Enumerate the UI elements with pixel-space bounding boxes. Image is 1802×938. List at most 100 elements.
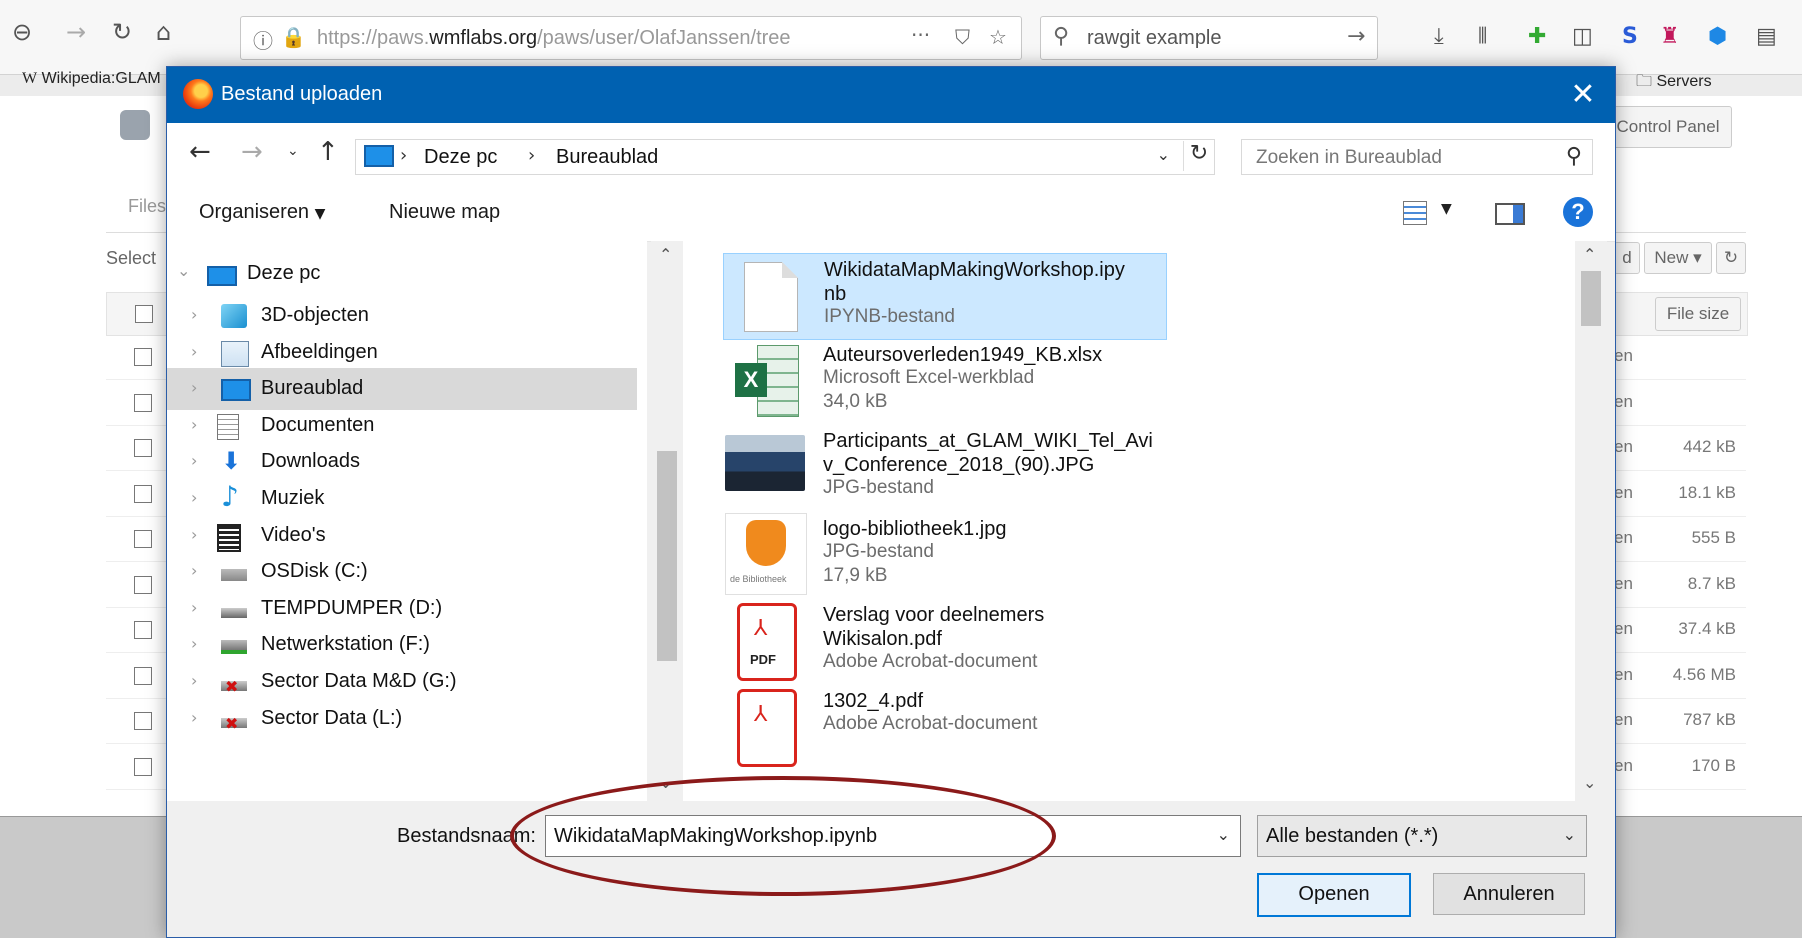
up-arrow-icon[interactable]: ↑: [317, 137, 339, 167]
view-dropdown-icon[interactable]: ▼: [1441, 201, 1452, 217]
filetype-select[interactable]: Alle bestanden (*.*) ⌄: [1257, 815, 1587, 857]
nav-scrollbar[interactable]: ⌃ ⌄: [651, 241, 683, 801]
row-checkbox[interactable]: [134, 439, 152, 457]
collapsed-chevron-icon[interactable]: ›: [191, 415, 197, 434]
change-view-icon[interactable]: [1403, 201, 1427, 225]
row-checkbox[interactable]: [134, 393, 152, 412]
breadcrumb-separator-icon[interactable]: ›: [528, 145, 535, 166]
addon-icon[interactable]: ✚: [1528, 24, 1546, 49]
breadcrumb-this-pc[interactable]: Deze pc: [424, 146, 497, 169]
extension-hex-icon[interactable]: ⬢: [1708, 24, 1727, 49]
reload-icon[interactable]: ↻: [112, 18, 132, 46]
collapsed-chevron-icon[interactable]: ›: [191, 708, 197, 727]
filename-dropdown-icon[interactable]: ⌄: [1217, 825, 1230, 844]
browser-search-value: rawgit example: [1087, 27, 1222, 49]
select-all-checkbox[interactable]: [135, 305, 153, 323]
close-icon[interactable]: ✕: [1563, 75, 1603, 115]
back-icon[interactable]: ⊖: [12, 18, 32, 46]
forward-arrow-icon[interactable]: →: [241, 137, 263, 167]
acrobat-symbol-icon: ⅄: [754, 702, 768, 727]
collapsed-chevron-icon[interactable]: ›: [191, 305, 197, 324]
help-icon[interactable]: ?: [1563, 197, 1593, 227]
collapsed-chevron-icon[interactable]: ›: [191, 561, 197, 580]
collapsed-chevron-icon[interactable]: ›: [191, 342, 197, 361]
file-item[interactable]: X Auteursoverleden1949_KB.xlsx Microsoft E…: [723, 339, 1165, 424]
back-arrow-icon[interactable]: ←: [189, 137, 211, 167]
file-name-line: 1302_4.pdf: [823, 690, 924, 712]
file-size-header[interactable]: File size: [1655, 297, 1741, 331]
url-bar[interactable]: ⓘ 🔒 https://paws.wmflabs.org/paws/user/O…: [240, 16, 1022, 60]
bookmark-servers[interactable]: 🗀 Servers: [1636, 70, 1712, 97]
scroll-up-icon[interactable]: ⌃: [1583, 245, 1596, 264]
collapsed-chevron-icon[interactable]: ›: [191, 488, 197, 507]
collapsed-chevron-icon[interactable]: ›: [191, 634, 197, 653]
file-item[interactable]: de Bibliotheek logo-bibliotheek1.jpg JPG-b…: [723, 513, 1165, 598]
tab-files[interactable]: Files: [128, 196, 166, 217]
sidebar-icon[interactable]: ◫: [1572, 24, 1593, 49]
nav-this-pc[interactable]: ⌄ Deze pc: [167, 253, 637, 295]
collapsed-chevron-icon[interactable]: ›: [191, 378, 197, 397]
download-icon[interactable]: ⤓: [1434, 24, 1444, 49]
row-checkbox[interactable]: [134, 530, 152, 548]
file-item[interactable]: Participants_at_GLAM_WIKI_Tel_Avi v_Confe…: [723, 425, 1165, 510]
search-go-icon[interactable]: →: [1347, 24, 1365, 49]
paws-logo-icon: [120, 110, 150, 140]
refresh-list-icon[interactable]: ↻: [1716, 242, 1746, 274]
file-scroll-thumb[interactable]: [1581, 271, 1601, 326]
dialog-search-box[interactable]: Zoeken in Bureaublad ⚲: [1241, 139, 1593, 175]
row-checkbox[interactable]: [134, 666, 152, 685]
bookmark-wikipedia[interactable]: W Wikipedia:GLAM: [22, 70, 161, 88]
row-checkbox[interactable]: [134, 484, 152, 503]
nav-item[interactable]: › ✖ Sector Data (L:): [167, 698, 637, 740]
library-icon[interactable]: ⫴: [1478, 24, 1487, 49]
address-row: ← → ⌄ ↑ › Deze pc › Bureaublad ⌄ ↻ Zoeke…: [167, 123, 1615, 183]
upload-button[interactable]: d: [1614, 242, 1640, 274]
page-actions-icon[interactable]: ···: [911, 23, 930, 47]
preview-pane-icon[interactable]: [1495, 203, 1525, 225]
download-arrow-icon: ⬇: [221, 447, 242, 476]
row-checkbox[interactable]: [134, 757, 152, 776]
menu-icon[interactable]: ▤: [1756, 24, 1777, 49]
bookmark-star-icon[interactable]: ☆: [989, 25, 1007, 49]
cancel-button[interactable]: Annuleren: [1433, 873, 1585, 915]
control-panel-button[interactable]: Control Panel: [1604, 106, 1732, 148]
row-checkbox[interactable]: [134, 621, 152, 639]
collapsed-chevron-icon[interactable]: ›: [191, 598, 197, 617]
organize-button[interactable]: Organiseren ▼: [199, 201, 325, 224]
nav-scroll-thumb[interactable]: [657, 451, 677, 661]
filetype-dropdown-icon[interactable]: ⌄: [1563, 825, 1576, 844]
scroll-down-icon[interactable]: ⌄: [1583, 773, 1596, 792]
new-folder-button[interactable]: Nieuwe map: [389, 201, 500, 224]
home-icon[interactable]: ⌂: [156, 18, 171, 46]
row-checkbox[interactable]: [134, 348, 152, 366]
row-checkbox[interactable]: [134, 712, 152, 730]
collapsed-chevron-icon[interactable]: ›: [191, 451, 197, 470]
address-bar[interactable]: › Deze pc › Bureaublad ⌄: [355, 139, 1215, 175]
collapsed-chevron-icon[interactable]: ›: [191, 525, 197, 544]
nav-label: Downloads: [261, 450, 360, 473]
row-checkbox[interactable]: [134, 575, 152, 594]
recent-locations-icon[interactable]: ⌄: [287, 143, 299, 159]
address-dropdown-icon[interactable]: ⌄: [1157, 145, 1170, 164]
extension-s-icon[interactable]: S: [1622, 24, 1638, 49]
breadcrumb-separator-icon[interactable]: ›: [400, 145, 407, 166]
forward-icon[interactable]: →: [66, 18, 86, 46]
file-item[interactable]: ⅄ 1302_4.pdf Adobe Acrobat-document: [723, 685, 1165, 767]
new-button[interactable]: New ▾: [1644, 242, 1712, 274]
file-item[interactable]: WikidataMapMakingWorkshop.ipy nb IPYNB-bes…: [723, 253, 1167, 340]
open-button[interactable]: Openen: [1257, 873, 1411, 917]
search-icon: ⚲: [1565, 144, 1582, 169]
info-icon[interactable]: ⓘ: [253, 25, 273, 54]
extension-robot-icon[interactable]: ♜: [1660, 24, 1680, 49]
file-item[interactable]: ⅄ PDF Verslag voor deelnemers Wikisalon.pdf…: [723, 599, 1165, 684]
scroll-up-icon[interactable]: ⌃: [659, 245, 672, 264]
this-pc-icon: [207, 266, 237, 286]
breadcrumb-desktop[interactable]: Bureaublad: [556, 146, 658, 169]
disconnected-x-icon: ✖: [225, 677, 239, 696]
browser-search-bar[interactable]: ⚲ rawgit example →: [1040, 16, 1378, 60]
file-scrollbar[interactable]: ⌃ ⌄: [1575, 241, 1607, 801]
collapsed-chevron-icon[interactable]: ›: [191, 671, 197, 690]
expanded-chevron-icon[interactable]: ⌄: [177, 261, 190, 280]
refresh-icon[interactable]: ↻: [1183, 141, 1214, 171]
pocket-icon[interactable]: ⛉: [955, 25, 970, 49]
